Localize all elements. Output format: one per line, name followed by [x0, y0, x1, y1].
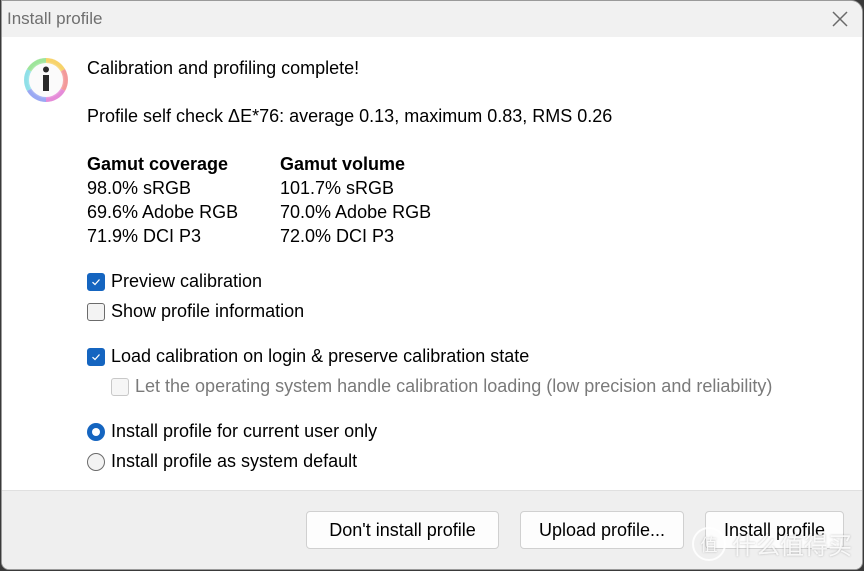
gamut-coverage-srgb: 98.0% sRGB — [87, 178, 192, 198]
gamut-coverage-header: Gamut coverage — [87, 154, 229, 174]
os-handle-calibration-label: Let the operating system handle calibrat… — [135, 376, 773, 396]
load-calibration-label: Load calibration on login & preserve cal… — [111, 346, 530, 366]
install-profile-dialog: Install profile Calibration and profilin… — [1, 0, 863, 570]
install-system-default-radio[interactable]: Install profile as system default — [87, 451, 357, 472]
install-current-user-radio[interactable]: Install profile for current user only — [87, 421, 377, 442]
show-profile-information-checkbox[interactable]: Show profile information — [87, 301, 304, 322]
checkbox-unchecked-icon[interactable] — [87, 302, 105, 321]
info-icon — [24, 58, 68, 102]
install-current-user-label: Install profile for current user only — [111, 421, 378, 441]
dont-install-profile-button[interactable]: Don't install profile — [306, 511, 499, 549]
gamut-volume: Gamut volume 101.7% sRGB 70.0% Adobe RGB… — [280, 152, 431, 248]
gamut-volume-srgb: 101.7% sRGB — [280, 178, 395, 198]
window-title: Install profile — [7, 9, 103, 28]
gamut-coverage-adobe-rgb: 69.6% Adobe RGB — [87, 202, 239, 222]
checkbox-checked-icon[interactable] — [87, 272, 105, 291]
gamut-coverage: Gamut coverage 98.0% sRGB 69.6% Adobe RG… — [87, 152, 238, 248]
gamut-coverage-dci-p3: 71.9% DCI P3 — [87, 226, 202, 246]
load-calibration-checkbox[interactable]: Load calibration on login & preserve cal… — [87, 346, 529, 367]
gamut-volume-adobe-rgb: 70.0% Adobe RGB — [280, 202, 432, 222]
install-system-default-label: Install profile as system default — [111, 451, 358, 471]
close-icon — [832, 11, 848, 27]
gamut-volume-header: Gamut volume — [280, 154, 406, 174]
os-handle-calibration-checkbox: Let the operating system handle calibrat… — [111, 376, 772, 397]
show-profile-information-label: Show profile information — [111, 301, 305, 321]
preview-calibration-label: Preview calibration — [111, 271, 263, 291]
upload-profile-button[interactable]: Upload profile... — [520, 511, 684, 549]
watermark-text: 什么值得买 — [732, 532, 852, 560]
watermark: 值 什么值得买 — [692, 526, 852, 561]
completion-heading: Calibration and profiling complete! — [87, 58, 360, 78]
preview-calibration-checkbox[interactable]: Preview calibration — [87, 271, 262, 292]
checkbox-disabled-icon — [111, 377, 129, 396]
radio-selected-icon[interactable] — [87, 422, 105, 441]
radio-unselected-icon[interactable] — [87, 452, 105, 471]
checkbox-checked-icon[interactable] — [87, 347, 105, 366]
title-bar: Install profile — [2, 1, 862, 37]
self-check-result: Profile self check ΔE*76: average 0.13, … — [87, 106, 613, 126]
close-button[interactable] — [828, 7, 852, 31]
gamut-volume-dci-p3: 72.0% DCI P3 — [280, 226, 395, 246]
dialog-content: Calibration and profiling complete! Prof… — [2, 37, 862, 491]
watermark-badge: 值 — [692, 526, 726, 561]
